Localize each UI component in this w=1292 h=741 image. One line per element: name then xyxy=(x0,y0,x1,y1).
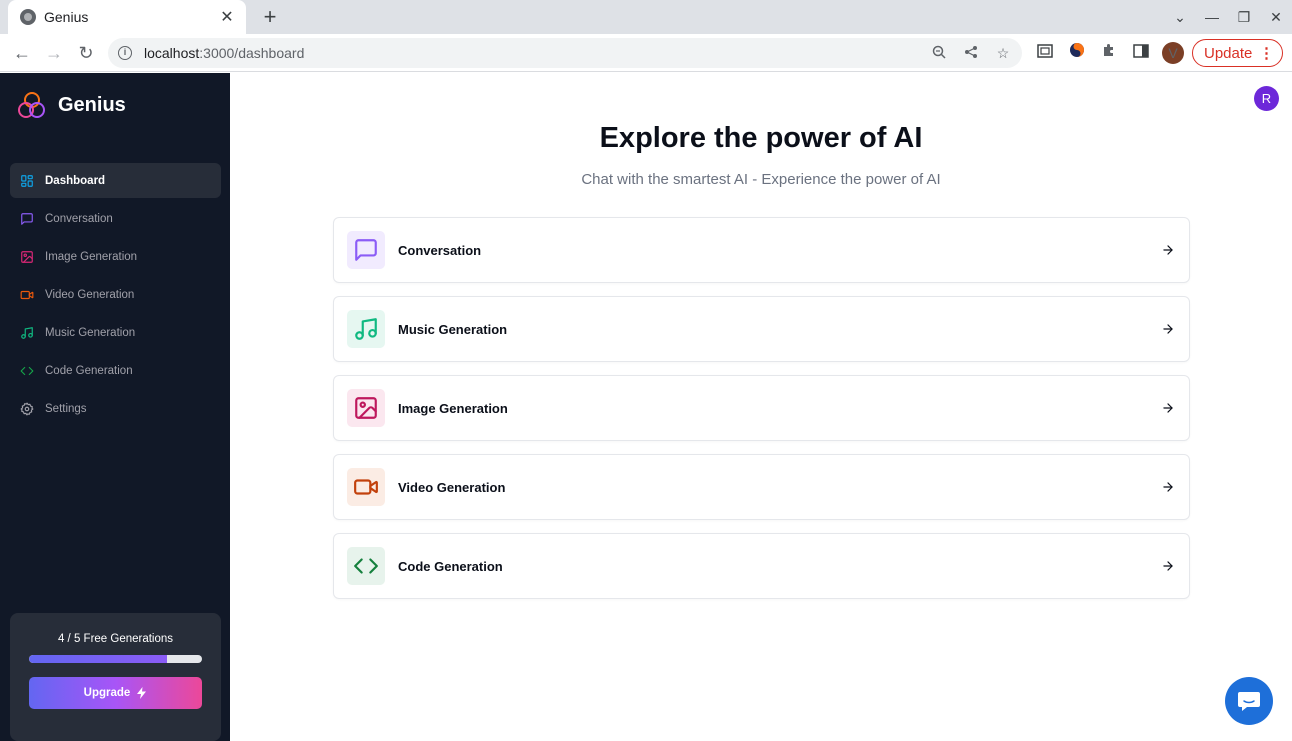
arrow-right-icon xyxy=(1161,559,1175,573)
upgrade-button[interactable]: Upgrade xyxy=(29,677,202,709)
sidebar-item-label: Video Generation xyxy=(45,288,135,301)
image-icon xyxy=(20,250,34,264)
free-generations-card: 4 / 5 Free Generations Upgrade xyxy=(10,613,221,741)
address-bar[interactable]: i localhost :3000/dashboard ☆ xyxy=(108,38,1022,68)
extensions-puzzle-icon[interactable] xyxy=(1098,42,1120,64)
tool-card-video-generation[interactable]: Video Generation xyxy=(333,454,1190,520)
sidebar-item-video-generation[interactable]: Video Generation xyxy=(10,277,221,312)
restore-icon[interactable]: ❐ xyxy=(1228,9,1260,26)
arrow-right-icon xyxy=(1161,480,1175,494)
music-icon xyxy=(20,326,34,340)
update-label: Update xyxy=(1204,44,1253,62)
arrow-right-icon xyxy=(1161,401,1175,415)
free-generations-progress xyxy=(29,655,202,663)
page-title: Explore the power of AI xyxy=(599,122,923,154)
tool-card-conversation[interactable]: Conversation xyxy=(333,217,1190,283)
sidebar-item-code-generation[interactable]: Code Generation xyxy=(10,353,221,388)
close-window-icon[interactable]: ✕ xyxy=(1260,9,1292,26)
brand-logo[interactable]: Genius xyxy=(18,91,126,119)
tool-card-label: Code Generation xyxy=(398,558,503,574)
message-square-icon xyxy=(20,212,34,226)
code-icon xyxy=(347,547,385,585)
browser-update-button[interactable]: Update ⋮ xyxy=(1192,39,1283,67)
progress-fill xyxy=(29,655,168,663)
browser-toolbar: ← → ↻ i localhost :3000/dashboard ☆ V Up… xyxy=(0,34,1292,72)
minimize-icon[interactable]: — xyxy=(1196,9,1228,25)
sidebar-item-music-generation[interactable]: Music Generation xyxy=(10,315,221,350)
url-path: :3000/dashboard xyxy=(199,45,305,61)
code-icon xyxy=(20,364,34,378)
chat-support-button[interactable] xyxy=(1225,677,1273,725)
kebab-menu-icon[interactable]: ⋮ xyxy=(1259,44,1274,62)
reload-icon[interactable]: ↻ xyxy=(75,42,97,64)
tool-card-code-generation[interactable]: Code Generation xyxy=(333,533,1190,599)
arrow-right-icon xyxy=(1161,243,1175,257)
upgrade-label: Upgrade xyxy=(83,687,131,699)
sidebar-item-label: Conversation xyxy=(45,212,113,225)
browser-profile-avatar[interactable]: V xyxy=(1162,42,1184,64)
tool-card-label: Video Generation xyxy=(398,479,506,495)
tool-card-image-generation[interactable]: Image Generation xyxy=(333,375,1190,441)
tool-card-label: Image Generation xyxy=(398,400,508,416)
tool-card-label: Music Generation xyxy=(398,321,508,337)
chat-bubble-icon xyxy=(1238,692,1260,711)
tab-title: Genius xyxy=(44,9,89,25)
globe-icon xyxy=(20,9,36,25)
back-icon[interactable]: ← xyxy=(11,42,33,64)
music-icon xyxy=(347,310,385,348)
sidebar-item-dashboard[interactable]: Dashboard xyxy=(10,163,221,198)
bookmark-star-icon[interactable]: ☆ xyxy=(994,45,1012,62)
extension-logo-icon[interactable] xyxy=(1066,42,1088,64)
forward-icon[interactable]: → xyxy=(43,42,65,64)
zap-icon xyxy=(137,687,147,699)
window-controls: ⌄ — ❐ ✕ xyxy=(1164,0,1292,34)
sidebar: Genius Dashboard Conversation Image Genera… xyxy=(0,73,230,741)
video-icon xyxy=(347,468,385,506)
sidebar-item-settings[interactable]: Settings xyxy=(10,391,221,426)
user-avatar[interactable]: R xyxy=(1254,86,1279,111)
image-icon xyxy=(347,389,385,427)
share-icon[interactable] xyxy=(962,45,980,62)
site-info-icon[interactable]: i xyxy=(118,46,132,60)
genius-logo-icon xyxy=(18,91,46,119)
video-icon xyxy=(20,288,34,302)
tool-card-music-generation[interactable]: Music Generation xyxy=(333,296,1190,362)
zoom-icon[interactable] xyxy=(930,45,948,62)
sidebar-item-conversation[interactable]: Conversation xyxy=(10,201,221,236)
sidebar-item-label: Settings xyxy=(45,402,87,415)
browser-tab[interactable]: Genius ✕ xyxy=(8,0,246,34)
url-host: localhost xyxy=(144,45,200,61)
sidebar-item-image-generation[interactable]: Image Generation xyxy=(10,239,221,274)
new-tab-button[interactable]: + xyxy=(258,5,282,29)
tool-cards: Conversation Music Generation Image Genera… xyxy=(333,217,1190,612)
sidebar-item-label: Image Generation xyxy=(45,250,138,263)
tool-card-label: Conversation xyxy=(398,242,482,258)
settings-icon xyxy=(20,402,34,416)
page-subtitle: Chat with the smartest AI - Experience t… xyxy=(581,171,941,188)
side-panel-icon[interactable] xyxy=(1130,42,1152,64)
brand-name: Genius xyxy=(58,93,126,116)
browser-tab-bar: Genius ✕ + ⌄ — ❐ ✕ xyxy=(0,0,1292,34)
close-tab-icon[interactable]: ✕ xyxy=(218,7,236,27)
sidebar-item-label: Music Generation xyxy=(45,326,136,339)
screenshot-icon[interactable] xyxy=(1034,42,1056,64)
sidebar-item-label: Code Generation xyxy=(45,364,133,377)
message-square-icon xyxy=(347,231,385,269)
tab-search-icon[interactable]: ⌄ xyxy=(1164,9,1196,26)
sidebar-item-label: Dashboard xyxy=(45,174,106,187)
layout-dashboard-icon xyxy=(20,174,34,188)
arrow-right-icon xyxy=(1161,322,1175,336)
free-generations-count: 4 / 5 Free Generations xyxy=(57,633,174,645)
sidebar-nav: Dashboard Conversation Image Generation Vid… xyxy=(10,163,221,429)
